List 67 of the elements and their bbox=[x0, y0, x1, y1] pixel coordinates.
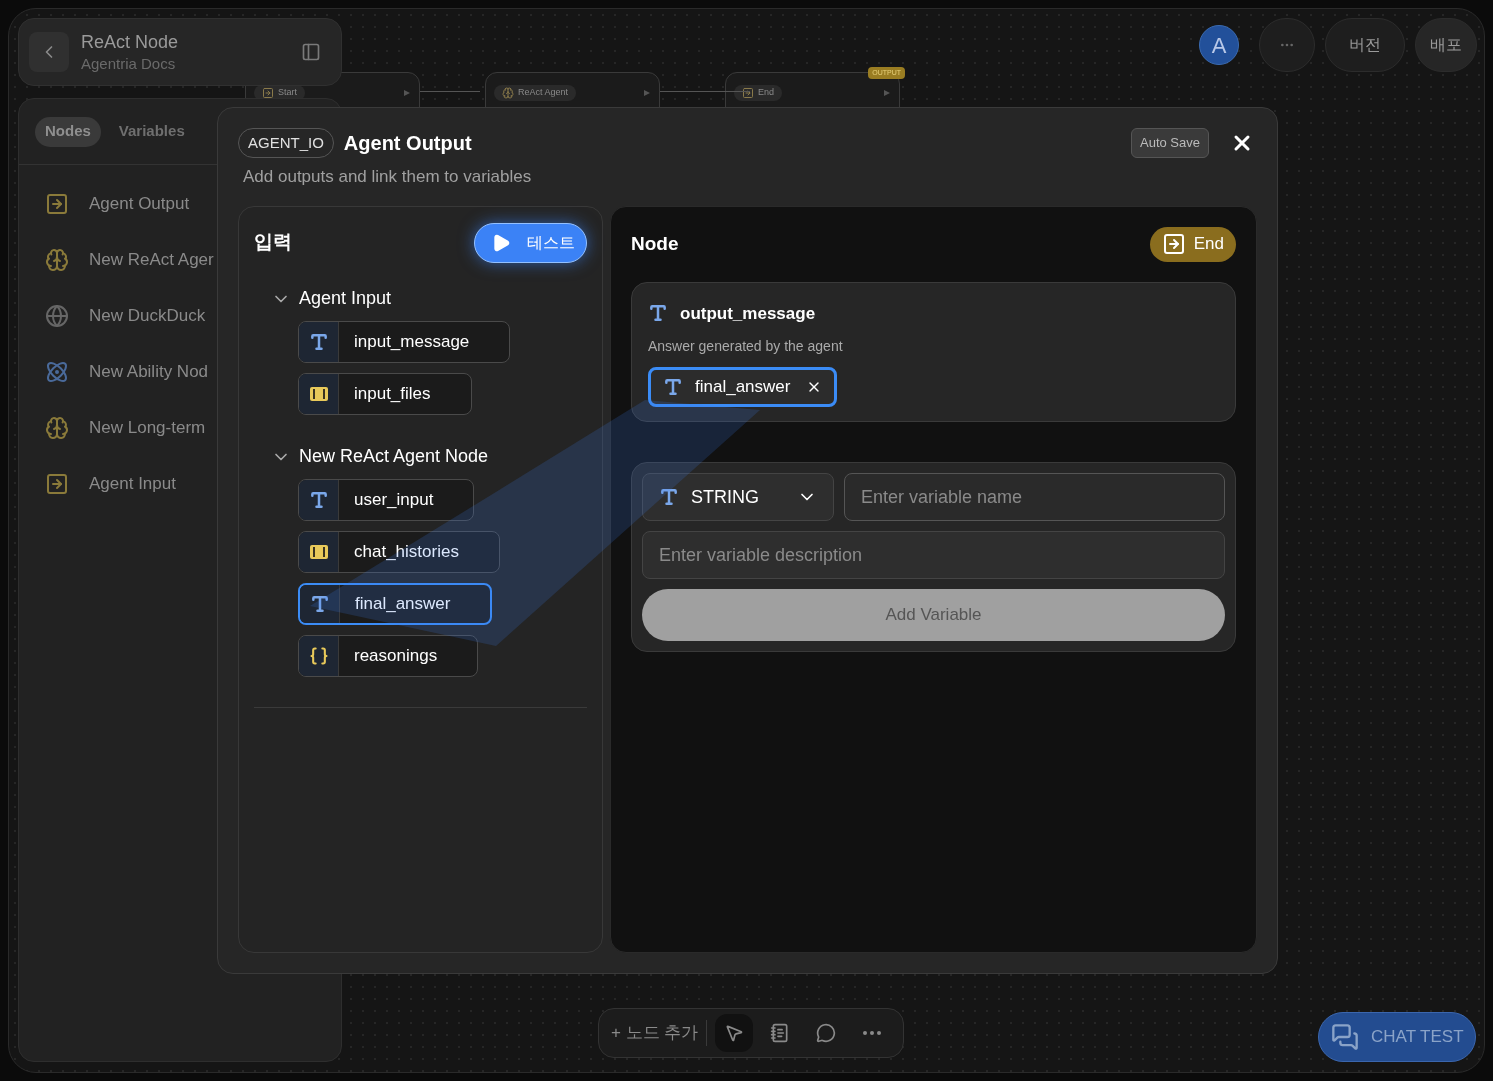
variable-name-field[interactable]: Enter variable name bbox=[844, 473, 1225, 521]
modal-subtitle: Add outputs and link them to variables bbox=[243, 166, 533, 188]
variable-name: user_input bbox=[353, 488, 435, 511]
arrow-box-icon bbox=[45, 471, 69, 496]
chat-icon bbox=[1331, 1023, 1359, 1051]
arrow-box-icon bbox=[742, 86, 754, 99]
variable-chip[interactable]: input_files bbox=[298, 372, 472, 415]
linked-variable-chip[interactable]: final_answer bbox=[648, 367, 838, 407]
comment-icon bbox=[816, 1023, 837, 1043]
variable-chip[interactable]: reasonings bbox=[298, 634, 479, 677]
group-toggle[interactable]: Agent Input bbox=[271, 286, 392, 311]
brain-icon bbox=[502, 86, 514, 99]
output-port-icon bbox=[883, 88, 891, 97]
variable-chip[interactable]: chat_histories bbox=[298, 530, 500, 573]
play-icon bbox=[491, 232, 511, 253]
text-type-icon bbox=[663, 377, 683, 397]
sidebar-toggle-icon[interactable] bbox=[301, 42, 321, 62]
workspace-name: Agentria Docs bbox=[81, 54, 177, 74]
output-description: Answer generated by the agent bbox=[648, 337, 844, 356]
connector-line bbox=[420, 91, 480, 92]
end-node-badge: End bbox=[1149, 226, 1236, 262]
text-type-icon bbox=[308, 331, 329, 352]
group-toggle[interactable]: New ReAct Agent Node bbox=[271, 444, 489, 469]
variable-chip[interactable]: final_answer bbox=[298, 582, 493, 625]
atom-icon bbox=[45, 359, 69, 384]
text-type-icon bbox=[308, 489, 329, 510]
output-name: output_message bbox=[680, 302, 816, 325]
panel-title: Node bbox=[631, 231, 679, 256]
auto-save-badge: Auto Save bbox=[1131, 128, 1209, 158]
arrow-box-icon bbox=[1161, 232, 1186, 256]
brain-icon bbox=[45, 415, 69, 440]
variable-name: reasonings bbox=[353, 644, 439, 667]
add-node-button[interactable]: + 노드 추가 bbox=[611, 1020, 708, 1046]
note-icon bbox=[770, 1023, 791, 1043]
pointer-icon bbox=[724, 1023, 745, 1043]
sidebar-tab[interactable]: Variables bbox=[108, 116, 195, 147]
more-icon bbox=[863, 1031, 882, 1035]
type-select[interactable]: STRING bbox=[642, 473, 834, 521]
text-type-icon bbox=[648, 303, 668, 324]
list-type-icon bbox=[308, 385, 329, 402]
toolbar-tool[interactable] bbox=[715, 1014, 754, 1052]
text-type-icon bbox=[659, 487, 679, 507]
modal-title: Agent Output bbox=[343, 131, 473, 156]
variable-description-field[interactable]: Enter variable description bbox=[642, 531, 1225, 579]
test-button[interactable]: 테스트 bbox=[474, 222, 587, 263]
variable-name: final_answer bbox=[354, 592, 452, 615]
output-port-icon bbox=[403, 88, 411, 97]
brain-icon bbox=[45, 247, 69, 272]
variable-chip[interactable]: input_message bbox=[298, 320, 511, 363]
variable-name: input_message bbox=[353, 330, 471, 353]
variable-chip[interactable]: user_input bbox=[298, 478, 475, 521]
node-label: End bbox=[734, 85, 782, 101]
list-type-icon bbox=[308, 543, 329, 560]
text-type-icon bbox=[309, 593, 330, 614]
arrow-box-icon bbox=[45, 191, 69, 216]
sidebar-tab[interactable]: Nodes bbox=[35, 116, 101, 147]
variable-name: final_answer bbox=[695, 376, 791, 399]
workflow-title: ReAct Node bbox=[81, 31, 180, 54]
panel-title: 입력 bbox=[254, 230, 292, 255]
chat-test-button[interactable]: CHAT TEST bbox=[1318, 1012, 1476, 1062]
variable-name: input_files bbox=[353, 382, 432, 405]
variable-name: chat_histories bbox=[353, 540, 460, 563]
globe-icon bbox=[45, 303, 69, 328]
arrow-box-icon bbox=[262, 86, 274, 99]
braces-icon bbox=[308, 645, 329, 666]
node-label: ReAct Agent bbox=[494, 85, 577, 101]
output-port-icon bbox=[643, 88, 651, 97]
